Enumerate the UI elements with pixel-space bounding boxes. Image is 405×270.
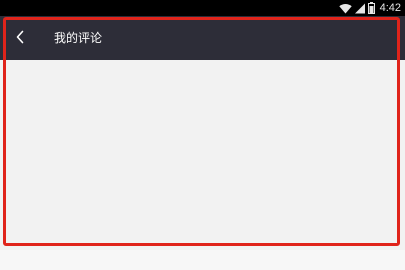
app-bar: 我的评论 [0,16,405,60]
back-button[interactable] [6,24,34,52]
chevron-left-icon [15,29,25,48]
comments-content-area [0,60,405,250]
battery-icon [367,2,375,14]
wifi-icon [338,3,352,14]
page-title: 我的评论 [54,31,103,45]
signal-icon [354,3,365,14]
bottom-strip [0,250,405,270]
status-icons: 4:42 [338,0,401,16]
status-bar: 4:42 [0,0,405,16]
status-time: 4:42 [379,2,401,14]
